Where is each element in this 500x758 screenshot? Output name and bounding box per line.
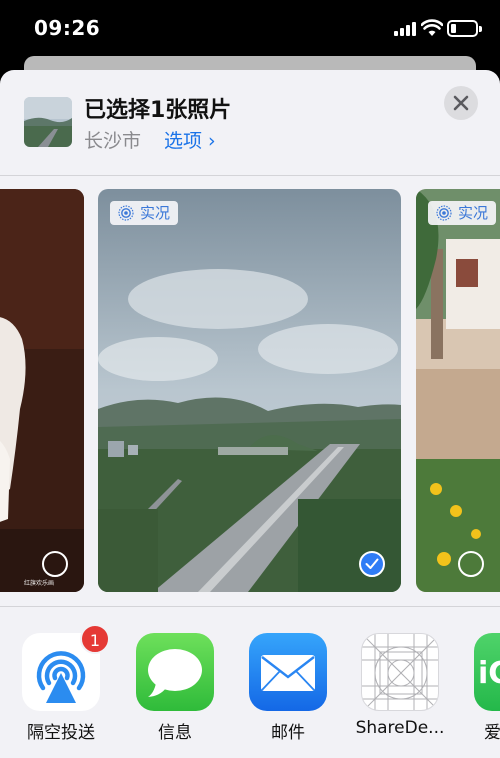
close-icon — [453, 95, 469, 111]
live-photo-label: 实况 — [140, 204, 171, 222]
selected-photo-thumbnail — [24, 97, 72, 147]
share-app-icloud[interactable]: iC — [474, 633, 500, 711]
live-photo-label: 实况 — [458, 204, 489, 222]
share-app-label: 邮件 — [271, 723, 305, 743]
cellular-signal-icon — [394, 22, 418, 36]
checkmark-icon — [365, 558, 379, 569]
photo-watermark: 红旗欢乐画 — [24, 580, 55, 587]
close-button[interactable] — [444, 86, 478, 120]
status-bar: 09:26 — [0, 0, 500, 58]
battery-icon — [447, 20, 482, 37]
message-bubble-icon — [148, 649, 202, 697]
share-app-label: 爱 — [484, 723, 500, 743]
photo-thumbnail-previous[interactable]: 红旗欢乐画 — [0, 189, 84, 592]
share-sheet: 已选择1张照片 长沙市 选项 › 红旗欢乐画 实况 实况 1 隔空投送 信息 邮… — [0, 70, 500, 758]
share-app-mail[interactable] — [249, 633, 327, 711]
location-label: 长沙市 — [84, 130, 142, 152]
live-photo-icon — [118, 205, 134, 221]
divider — [0, 606, 500, 607]
wifi-icon — [421, 19, 443, 36]
share-app-messages[interactable] — [136, 633, 214, 711]
share-app-sharede[interactable] — [361, 633, 439, 711]
selected-checkmark[interactable] — [359, 551, 385, 577]
selection-title: 已选择1张照片 — [84, 98, 232, 123]
select-circle[interactable] — [42, 551, 68, 577]
share-header: 已选择1张照片 长沙市 选项 › — [0, 70, 500, 176]
status-time: 09:26 — [34, 16, 101, 40]
photo-thumbnail-next[interactable]: 实况 — [416, 189, 500, 592]
notification-badge: 1 — [80, 624, 110, 654]
live-photo-badge: 实况 — [110, 201, 179, 225]
live-photo-badge: 实况 — [428, 201, 497, 225]
icloud-app-icon: iC — [478, 656, 500, 691]
app-placeholder-grid-icon — [362, 634, 438, 710]
options-button[interactable]: 选项 › — [164, 126, 216, 153]
share-app-label: 信息 — [158, 723, 192, 743]
envelope-icon — [261, 655, 315, 691]
share-app-label: ShareDe... — [355, 718, 445, 738]
live-photo-icon — [436, 205, 452, 221]
svg-text:iC: iC — [478, 656, 500, 691]
share-app-label: 隔空投送 — [27, 723, 95, 743]
select-circle[interactable] — [458, 551, 484, 577]
photo-thumbnail-selected[interactable]: 实况 — [98, 189, 401, 592]
